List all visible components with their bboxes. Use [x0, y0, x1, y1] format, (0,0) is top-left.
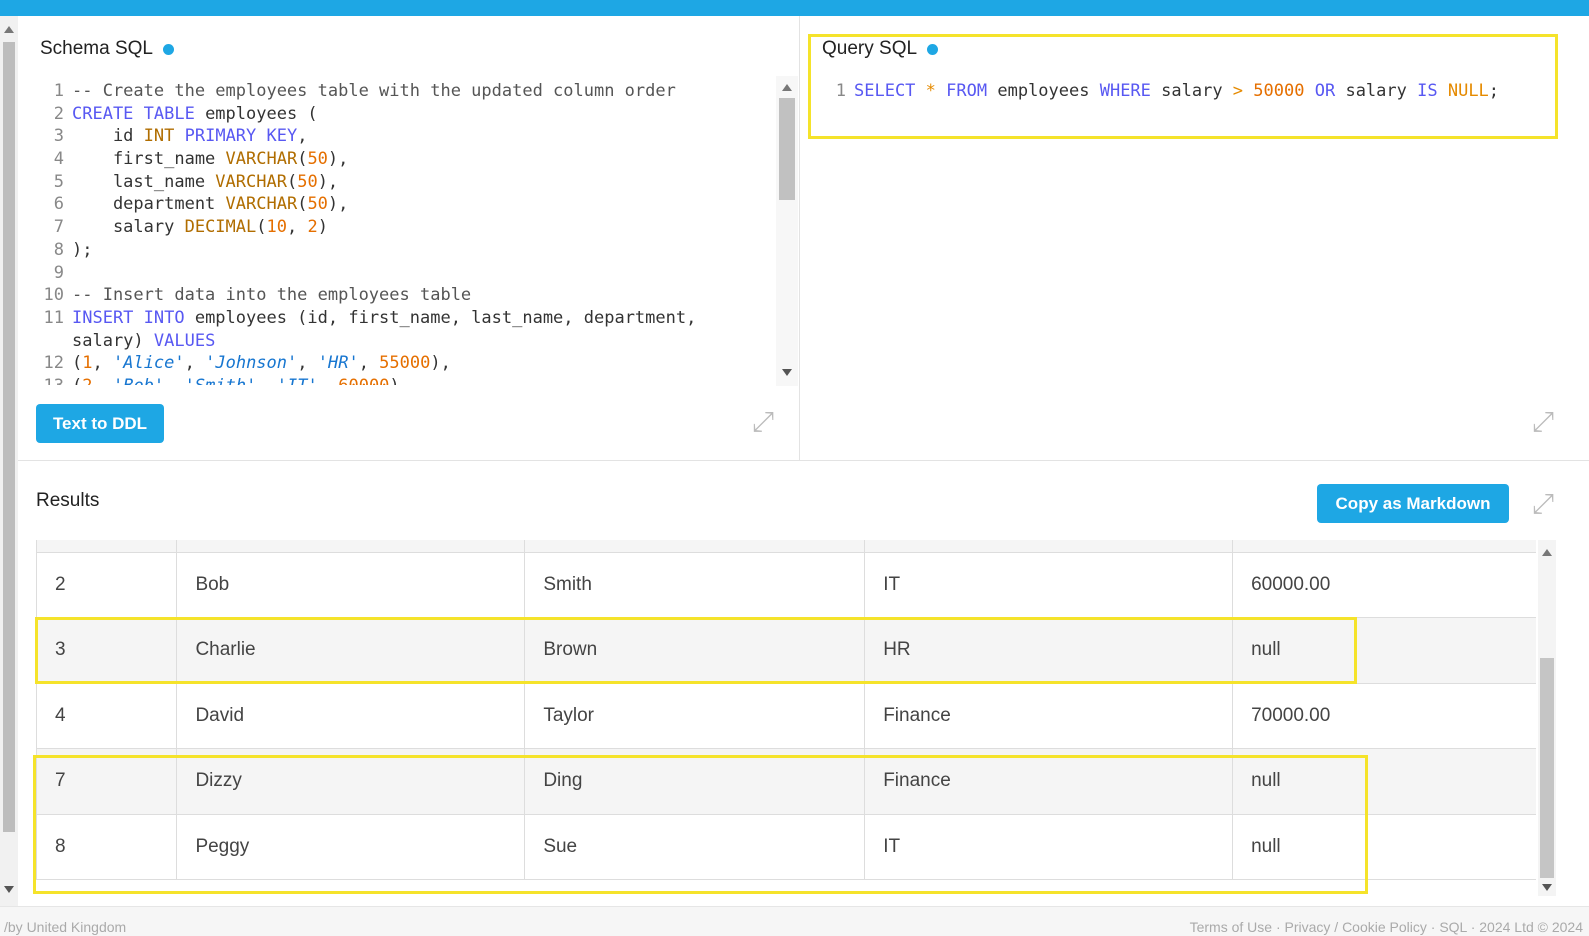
- cell-salary: null: [1232, 814, 1536, 880]
- cell-first-name: David: [176, 683, 526, 749]
- status-dot-icon: [163, 43, 174, 55]
- scroll-down-icon[interactable]: [4, 886, 14, 893]
- table-row: 8 Peggy Sue IT null: [37, 814, 1536, 880]
- expand-icon[interactable]: ⤢: [1526, 405, 1560, 439]
- panel-divider: [799, 16, 800, 460]
- query-editor[interactable]: 1 SELECT * FROM employees WHERE salary > …: [820, 80, 1550, 103]
- scroll-down-icon[interactable]: [782, 369, 792, 376]
- footer: /by United Kingdom Terms of Use · Privac…: [0, 906, 1589, 936]
- cell-last-name: Brown: [524, 617, 866, 684]
- cell-department: IT: [864, 552, 1234, 618]
- text-to-ddl-button[interactable]: Text to DDL: [36, 404, 164, 443]
- table-row: 7 Dizzy Ding Finance null: [37, 748, 1536, 815]
- cell-department: HR: [864, 617, 1234, 684]
- cell-first-name: Dizzy: [176, 748, 526, 815]
- results-scrollbar[interactable]: [1538, 540, 1556, 896]
- cell-first-name: Bob: [176, 552, 526, 618]
- cell-salary: 70000.00: [1232, 683, 1536, 749]
- expand-icon[interactable]: ⤢: [746, 405, 780, 439]
- cell-first-name: Charlie: [176, 617, 526, 684]
- results-title: Results: [36, 490, 100, 511]
- cell-id: 2: [37, 552, 178, 618]
- cell-first-name: Peggy: [176, 814, 526, 880]
- expand-icon[interactable]: ⤢: [1526, 487, 1560, 521]
- cell-last-name: Taylor: [524, 683, 866, 749]
- query-title-label: Query SQL: [822, 38, 918, 59]
- table-header-strip: [37, 540, 1536, 553]
- cell-department: Finance: [864, 683, 1234, 749]
- cell-department: IT: [864, 814, 1234, 880]
- schema-scroll-thumb[interactable]: [779, 98, 795, 200]
- cell-department: Finance: [864, 748, 1234, 815]
- scroll-up-icon[interactable]: [4, 26, 14, 33]
- schema-panel-title: Schema SQL: [40, 38, 174, 60]
- footer-left-text: /by United Kingdom: [4, 919, 127, 935]
- top-bar: [0, 0, 1589, 16]
- schema-scrollbar[interactable]: [776, 76, 798, 386]
- section-divider: [18, 460, 1589, 461]
- scroll-down-icon[interactable]: [1542, 884, 1552, 891]
- copy-as-markdown-button[interactable]: Copy as Markdown: [1317, 484, 1509, 523]
- cell-salary: null: [1232, 748, 1536, 815]
- cell-id: 4: [37, 683, 178, 749]
- cell-last-name: Smith: [524, 552, 866, 618]
- scroll-up-icon[interactable]: [782, 84, 792, 91]
- page-scroll-thumb[interactable]: [3, 42, 15, 832]
- scroll-up-icon[interactable]: [1542, 549, 1552, 556]
- cell-last-name: Sue: [524, 814, 866, 880]
- cell-id: 8: [37, 814, 178, 880]
- status-dot-icon: [927, 43, 939, 55]
- cell-id: 7: [37, 748, 178, 815]
- cell-salary: 60000.00: [1232, 552, 1536, 618]
- schema-title-label: Schema SQL: [40, 38, 153, 59]
- results-scroll-thumb[interactable]: [1540, 658, 1554, 878]
- table-row: 3 Charlie Brown HR null: [37, 617, 1536, 684]
- results-table: 2 Bob Smith IT 60000.00 3 Charlie Brown …: [36, 540, 1536, 880]
- footer-right-text[interactable]: Terms of Use · Privacy / Cookie Policy ·…: [1190, 919, 1583, 935]
- cell-last-name: Ding: [524, 748, 866, 815]
- table-row: 2 Bob Smith IT 60000.00: [37, 552, 1536, 618]
- page-scrollbar[interactable]: [0, 16, 18, 906]
- cell-salary: null: [1232, 617, 1536, 684]
- schema-editor[interactable]: 1 -- Create the employees table with the …: [38, 80, 774, 385]
- query-panel-title: Query SQL: [822, 38, 939, 60]
- cell-id: 3: [37, 617, 178, 684]
- table-row: 4 David Taylor Finance 70000.00: [37, 683, 1536, 749]
